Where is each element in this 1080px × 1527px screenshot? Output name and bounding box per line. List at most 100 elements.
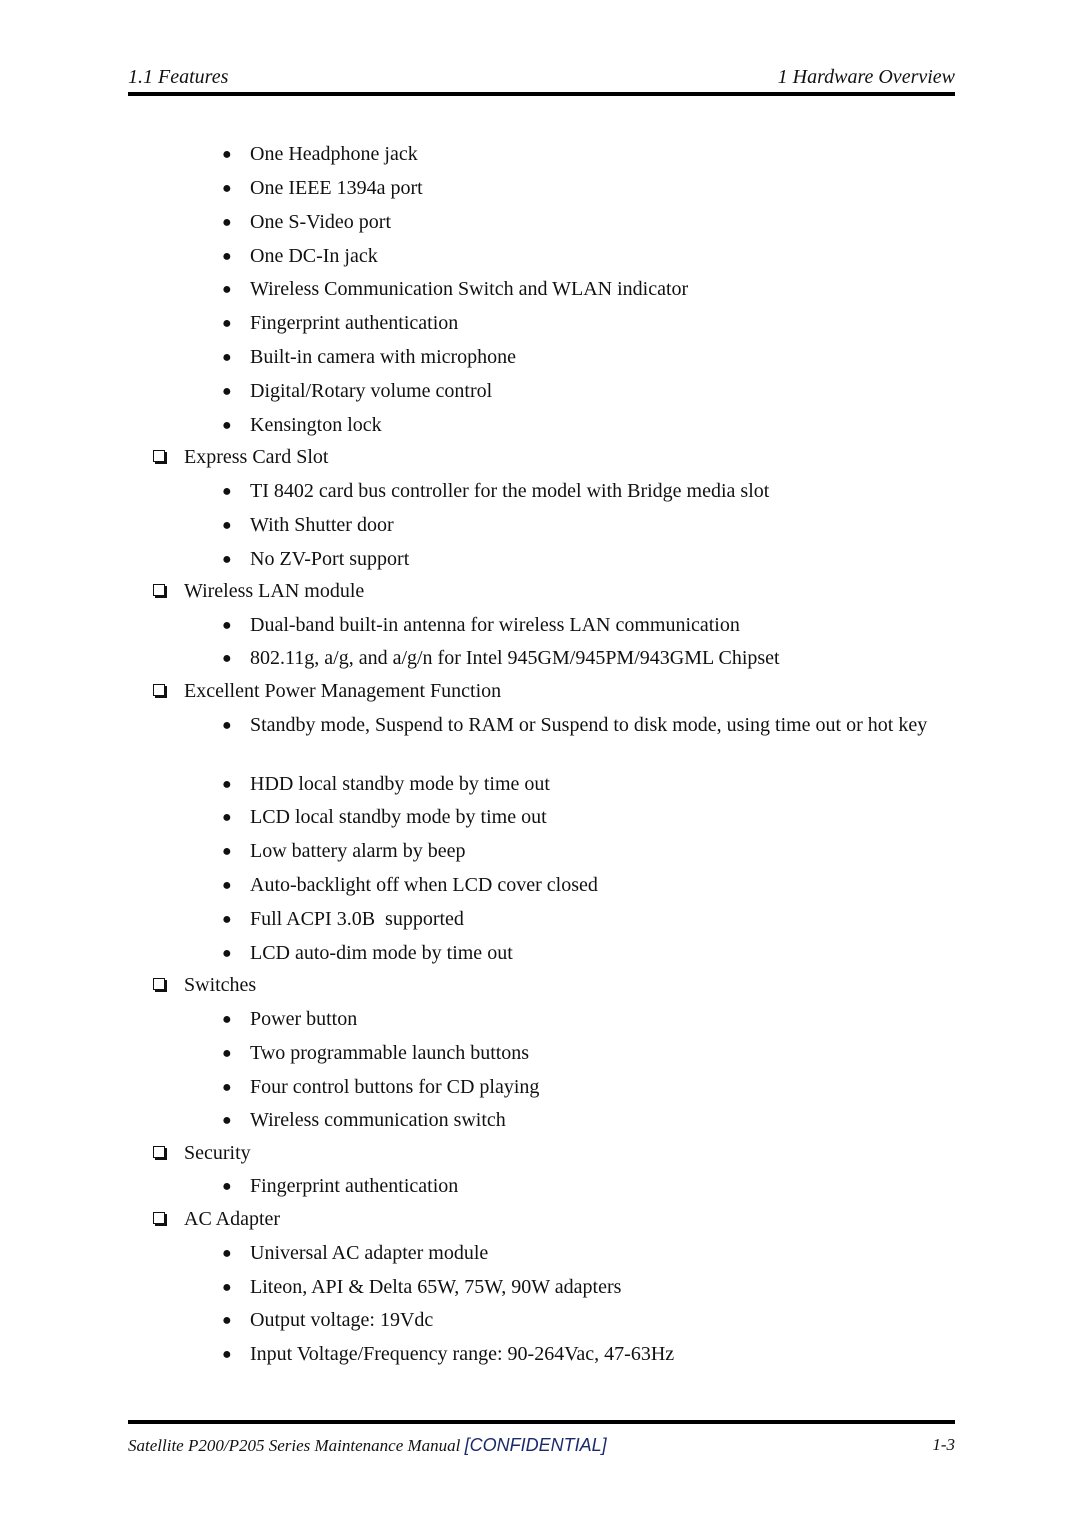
checkbox-square-icon (153, 684, 165, 696)
section-item: Wireless LAN module (153, 579, 954, 604)
bullet-icon: ● (222, 1011, 232, 1028)
bullet-item: ● LCD local standby mode by time out (222, 805, 955, 830)
item-text: One DC-In jack (250, 245, 378, 267)
bullet-icon: ● (222, 281, 232, 298)
bullet-icon: ● (222, 809, 232, 826)
bullet-item: ● Low battery alarm by beep (222, 839, 955, 864)
item-text: One IEEE 1394a port (250, 177, 423, 199)
item-text: TI 8402 card bus controller for the mode… (250, 480, 770, 502)
page-footer: Satellite P200/P205 Series Maintenance M… (128, 1433, 955, 1457)
item-text: One Headphone jack (250, 143, 418, 165)
manual-name: Satellite P200/P205 Series Maintenance M… (128, 1436, 465, 1455)
bullet-item: ● Dual-band built-in antenna for wireless… (222, 613, 955, 638)
bullet-icon: ● (222, 911, 232, 928)
bullet-icon: ● (222, 1279, 232, 1296)
bullet-icon: ● (222, 551, 232, 568)
item-text: Built-in camera with microphone (250, 346, 517, 368)
bullet-item: ● Input Voltage/Frequency range: 90-264Va… (222, 1342, 955, 1367)
page-header: 1.1 Features 1 Hardware Overview (128, 64, 955, 90)
bullet-item: ● Digital/Rotary volume control (222, 379, 955, 404)
bullet-item: ● Four control buttons for CD playing (222, 1075, 955, 1100)
item-text: Digital/Rotary volume control (250, 380, 493, 402)
item-text: Fingerprint authentication (250, 312, 459, 334)
bullet-item: ● LCD auto-dim mode by time out (222, 941, 955, 966)
item-text: Low battery alarm by beep (250, 840, 466, 862)
item-text: Wireless Communication Switch and WLAN i… (250, 278, 689, 300)
item-text: AC Adapter (184, 1208, 281, 1230)
item-text: Wireless communication switch (250, 1109, 506, 1131)
item-text: Universal AC adapter module (250, 1242, 489, 1264)
bullet-item: ● Power button (222, 1007, 955, 1032)
item-text: No ZV-Port support (250, 548, 410, 570)
section-item: Express Card Slot (153, 445, 954, 470)
bullet-item: ● Liteon, API & Delta 65W, 75W, 90W adapt… (222, 1275, 955, 1300)
bullet-item: ● Universal AC adapter module (222, 1241, 955, 1266)
item-text: Two programmable launch buttons (250, 1042, 530, 1064)
bullet-item: ● Output voltage: 19Vdc (222, 1308, 955, 1333)
bullet-item: ● Fingerprint authentication (222, 1174, 955, 1199)
section-item: Security (153, 1141, 954, 1166)
item-text: Full ACPI 3.0B supported (250, 908, 464, 930)
checkbox-square-icon (153, 1146, 165, 1158)
bullet-item: ● Auto-backlight off when LCD cover close… (222, 873, 955, 898)
bullet-icon: ● (222, 383, 232, 400)
bullet-item: ● Kensington lock (222, 413, 955, 438)
item-text: Standby mode, Suspend to RAM or Suspend … (250, 714, 928, 736)
footer-rule (128, 1420, 955, 1424)
item-text: Auto-backlight off when LCD cover closed (250, 874, 598, 896)
bullet-item: ● One S-Video port (222, 210, 955, 235)
item-text: HDD local standby mode by time out (250, 773, 550, 795)
bullet-item: ● Wireless Communication Switch and WLAN … (222, 277, 955, 302)
item-text: With Shutter door (250, 514, 394, 536)
bullet-icon: ● (222, 483, 232, 500)
page-number: 1-3 (932, 1435, 955, 1454)
item-text: Excellent Power Management Function (184, 680, 502, 702)
item-text: Output voltage: 19Vdc (250, 1309, 434, 1331)
item-text: Wireless LAN module (184, 580, 365, 602)
bullet-item: ● Built-in camera with microphone (222, 345, 955, 370)
bullet-icon: ● (222, 617, 232, 634)
item-text: Switches (184, 974, 257, 996)
bullet-icon: ● (222, 180, 232, 197)
bullet-icon: ● (222, 214, 232, 231)
checkbox-square-icon (153, 584, 165, 596)
bullet-icon: ● (222, 146, 232, 163)
bullet-item: ● One DC-In jack (222, 244, 955, 269)
item-text: Security (184, 1142, 251, 1164)
item-text: LCD local standby mode by time out (250, 806, 547, 828)
checkbox-square-icon (153, 450, 165, 462)
bullet-icon: ● (222, 1045, 232, 1062)
bullet-icon: ● (222, 248, 232, 265)
bullet-item: ● Two programmable launch buttons (222, 1041, 955, 1066)
bullet-item: ● One Headphone jack (222, 142, 955, 167)
bullet-icon: ● (222, 776, 232, 793)
bullet-icon: ● (222, 877, 232, 894)
bullet-icon: ● (222, 1178, 232, 1195)
item-text: Dual-band built-in antenna for wireless … (250, 614, 740, 636)
item-text: LCD auto-dim mode by time out (250, 942, 513, 964)
bullet-icon: ● (222, 1079, 232, 1096)
bullet-icon: ● (222, 1312, 232, 1329)
chapter-title: 1 Hardware Overview (777, 66, 955, 88)
bullet-icon: ● (222, 1245, 232, 1262)
bullet-item: ● One IEEE 1394a port (222, 176, 955, 201)
item-text: 802.11g, a/g, and a/g/n for Intel 945GM/… (250, 647, 780, 669)
section-item: Excellent Power Management Function (153, 679, 954, 704)
bullet-item: ● HDD local standby mode by time out (222, 772, 955, 797)
header-rule (128, 92, 955, 96)
bullet-icon: ● (222, 1346, 232, 1363)
item-text: Fingerprint authentication (250, 1175, 459, 1197)
bullet-icon: ● (222, 349, 232, 366)
bullet-item: ● Wireless communication switch (222, 1108, 955, 1133)
section-item: Switches (153, 973, 954, 998)
bullet-icon: ● (222, 417, 232, 434)
section-title: 1.1 Features (128, 66, 229, 88)
bullet-item: ● Full ACPI 3.0B supported (222, 907, 955, 932)
bullet-icon: ● (222, 843, 232, 860)
item-text: Input Voltage/Frequency range: 90-264Vac… (250, 1343, 675, 1365)
bullet-icon: ● (222, 945, 232, 962)
item-text: Liteon, API & Delta 65W, 75W, 90W adapte… (250, 1276, 622, 1298)
bullet-item: ● TI 8402 card bus controller for the mod… (222, 479, 955, 504)
item-text: Kensington lock (250, 414, 382, 436)
item-text: Four control buttons for CD playing (250, 1076, 540, 1098)
